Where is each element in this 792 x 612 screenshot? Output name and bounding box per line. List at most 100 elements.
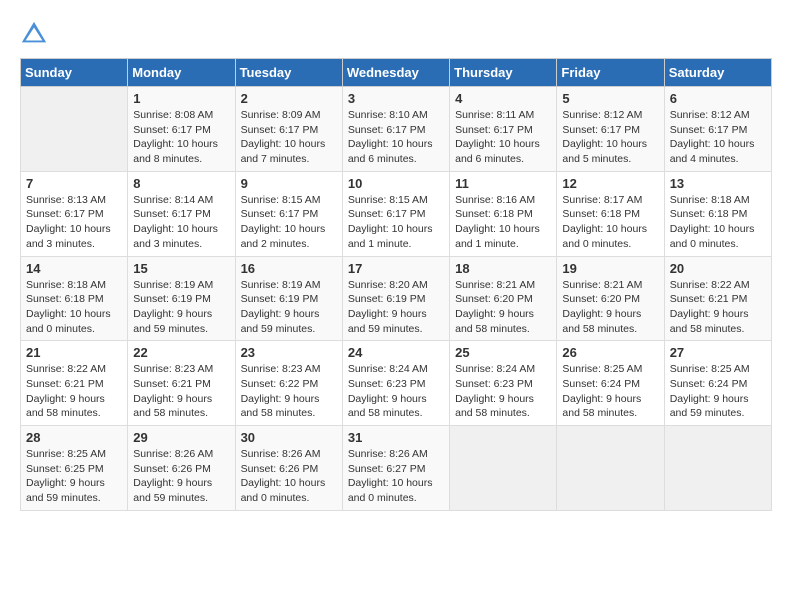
day-number: 7	[26, 176, 122, 191]
day-number: 14	[26, 261, 122, 276]
day-number: 20	[670, 261, 766, 276]
day-number: 5	[562, 91, 658, 106]
calendar-table: SundayMondayTuesdayWednesdayThursdayFrid…	[20, 58, 772, 511]
calendar-cell: 31 Sunrise: 8:26 AMSunset: 6:27 PMDayligh…	[342, 426, 449, 511]
calendar-cell: 25Sunrise: 8:24 AMSunset: 6:23 PMDayligh…	[450, 341, 557, 426]
calendar-cell: 27 Sunrise: 8:25 AMSunset: 6:24 PMDayligh…	[664, 341, 771, 426]
calendar-cell: 30 Sunrise: 8:26 AMSunset: 6:26 PMDayligh…	[235, 426, 342, 511]
day-info: Sunrise: 8:26 AMSunset: 6:26 PMDaylight:…	[133, 447, 229, 506]
weekday-header-wednesday: Wednesday	[342, 59, 449, 87]
day-number: 9	[241, 176, 337, 191]
day-info: Sunrise: 8:18 AMSunset: 6:18 PMDaylight:…	[26, 278, 122, 337]
day-info: Sunrise: 8:08 AMSunset: 6:17 PMDaylight:…	[133, 108, 229, 167]
day-number: 30	[241, 430, 337, 445]
weekday-header-thursday: Thursday	[450, 59, 557, 87]
calendar-cell: 8 Sunrise: 8:14 AMSunset: 6:17 PMDaylight…	[128, 171, 235, 256]
calendar-week-3: 14 Sunrise: 8:18 AMSunset: 6:18 PMDayligh…	[21, 256, 772, 341]
calendar-week-5: 28Sunrise: 8:25 AMSunset: 6:25 PMDayligh…	[21, 426, 772, 511]
calendar-cell: 10Sunrise: 8:15 AMSunset: 6:17 PMDayligh…	[342, 171, 449, 256]
day-info: Sunrise: 8:25 AMSunset: 6:24 PMDaylight:…	[562, 362, 658, 421]
day-number: 21	[26, 345, 122, 360]
weekday-header-monday: Monday	[128, 59, 235, 87]
day-info: Sunrise: 8:26 AMSunset: 6:26 PMDaylight:…	[241, 447, 337, 506]
day-info: Sunrise: 8:12 AMSunset: 6:17 PMDaylight:…	[670, 108, 766, 167]
logo	[20, 20, 52, 48]
calendar-header: SundayMondayTuesdayWednesdayThursdayFrid…	[21, 59, 772, 87]
day-info: Sunrise: 8:23 AMSunset: 6:21 PMDaylight:…	[133, 362, 229, 421]
day-number: 22	[133, 345, 229, 360]
calendar-cell: 22 Sunrise: 8:23 AMSunset: 6:21 PMDayligh…	[128, 341, 235, 426]
calendar-cell: 24 Sunrise: 8:24 AMSunset: 6:23 PMDayligh…	[342, 341, 449, 426]
calendar-week-4: 21 Sunrise: 8:22 AMSunset: 6:21 PMDayligh…	[21, 341, 772, 426]
calendar-cell: 6Sunrise: 8:12 AMSunset: 6:17 PMDaylight…	[664, 87, 771, 172]
day-info: Sunrise: 8:22 AMSunset: 6:21 PMDaylight:…	[26, 362, 122, 421]
day-info: Sunrise: 8:20 AMSunset: 6:19 PMDaylight:…	[348, 278, 444, 337]
day-number: 13	[670, 176, 766, 191]
day-number: 26	[562, 345, 658, 360]
day-info: Sunrise: 8:13 AMSunset: 6:17 PMDaylight:…	[26, 193, 122, 252]
day-info: Sunrise: 8:15 AMSunset: 6:17 PMDaylight:…	[241, 193, 337, 252]
calendar-cell: 12 Sunrise: 8:17 AMSunset: 6:18 PMDayligh…	[557, 171, 664, 256]
calendar-cell: 23Sunrise: 8:23 AMSunset: 6:22 PMDayligh…	[235, 341, 342, 426]
day-info: Sunrise: 8:17 AMSunset: 6:18 PMDaylight:…	[562, 193, 658, 252]
calendar-cell: 4 Sunrise: 8:11 AMSunset: 6:17 PMDaylight…	[450, 87, 557, 172]
calendar-cell: 11Sunrise: 8:16 AMSunset: 6:18 PMDayligh…	[450, 171, 557, 256]
page-header	[20, 20, 772, 48]
calendar-cell: 3Sunrise: 8:10 AMSunset: 6:17 PMDaylight…	[342, 87, 449, 172]
day-info: Sunrise: 8:18 AMSunset: 6:18 PMDaylight:…	[670, 193, 766, 252]
day-number: 16	[241, 261, 337, 276]
day-number: 17	[348, 261, 444, 276]
calendar-cell: 29 Sunrise: 8:26 AMSunset: 6:26 PMDayligh…	[128, 426, 235, 511]
day-info: Sunrise: 8:24 AMSunset: 6:23 PMDaylight:…	[455, 362, 551, 421]
day-number: 27	[670, 345, 766, 360]
day-number: 24	[348, 345, 444, 360]
calendar-cell: 15 Sunrise: 8:19 AMSunset: 6:19 PMDayligh…	[128, 256, 235, 341]
calendar-cell: 7 Sunrise: 8:13 AMSunset: 6:17 PMDaylight…	[21, 171, 128, 256]
calendar-cell: 28Sunrise: 8:25 AMSunset: 6:25 PMDayligh…	[21, 426, 128, 511]
day-info: Sunrise: 8:15 AMSunset: 6:17 PMDaylight:…	[348, 193, 444, 252]
calendar-cell: 16 Sunrise: 8:19 AMSunset: 6:19 PMDayligh…	[235, 256, 342, 341]
day-number: 4	[455, 91, 551, 106]
calendar-week-2: 7 Sunrise: 8:13 AMSunset: 6:17 PMDaylight…	[21, 171, 772, 256]
calendar-cell: 21 Sunrise: 8:22 AMSunset: 6:21 PMDayligh…	[21, 341, 128, 426]
day-info: Sunrise: 8:09 AMSunset: 6:17 PMDaylight:…	[241, 108, 337, 167]
day-info: Sunrise: 8:24 AMSunset: 6:23 PMDaylight:…	[348, 362, 444, 421]
day-number: 3	[348, 91, 444, 106]
calendar-cell: 13 Sunrise: 8:18 AMSunset: 6:18 PMDayligh…	[664, 171, 771, 256]
weekday-header-friday: Friday	[557, 59, 664, 87]
day-info: Sunrise: 8:19 AMSunset: 6:19 PMDaylight:…	[241, 278, 337, 337]
day-number: 19	[562, 261, 658, 276]
weekday-header-saturday: Saturday	[664, 59, 771, 87]
day-number: 8	[133, 176, 229, 191]
day-number: 12	[562, 176, 658, 191]
calendar-cell: 1 Sunrise: 8:08 AMSunset: 6:17 PMDaylight…	[128, 87, 235, 172]
day-info: Sunrise: 8:26 AMSunset: 6:27 PMDaylight:…	[348, 447, 444, 506]
calendar-cell: 5Sunrise: 8:12 AMSunset: 6:17 PMDaylight…	[557, 87, 664, 172]
weekday-row: SundayMondayTuesdayWednesdayThursdayFrid…	[21, 59, 772, 87]
calendar-cell: 17 Sunrise: 8:20 AMSunset: 6:19 PMDayligh…	[342, 256, 449, 341]
day-info: Sunrise: 8:19 AMSunset: 6:19 PMDaylight:…	[133, 278, 229, 337]
calendar-cell: 20 Sunrise: 8:22 AMSunset: 6:21 PMDayligh…	[664, 256, 771, 341]
day-info: Sunrise: 8:25 AMSunset: 6:24 PMDaylight:…	[670, 362, 766, 421]
day-number: 1	[133, 91, 229, 106]
calendar-cell: 2Sunrise: 8:09 AMSunset: 6:17 PMDaylight…	[235, 87, 342, 172]
day-number: 11	[455, 176, 551, 191]
day-info: Sunrise: 8:23 AMSunset: 6:22 PMDaylight:…	[241, 362, 337, 421]
day-info: Sunrise: 8:21 AMSunset: 6:20 PMDaylight:…	[562, 278, 658, 337]
day-number: 15	[133, 261, 229, 276]
day-info: Sunrise: 8:22 AMSunset: 6:21 PMDaylight:…	[670, 278, 766, 337]
calendar-cell	[450, 426, 557, 511]
day-number: 31	[348, 430, 444, 445]
calendar-cell: 19 Sunrise: 8:21 AMSunset: 6:20 PMDayligh…	[557, 256, 664, 341]
calendar-cell: 9 Sunrise: 8:15 AMSunset: 6:17 PMDaylight…	[235, 171, 342, 256]
day-info: Sunrise: 8:11 AMSunset: 6:17 PMDaylight:…	[455, 108, 551, 167]
calendar-cell	[557, 426, 664, 511]
calendar-cell: 14 Sunrise: 8:18 AMSunset: 6:18 PMDayligh…	[21, 256, 128, 341]
weekday-header-sunday: Sunday	[21, 59, 128, 87]
calendar-cell	[664, 426, 771, 511]
calendar-cell: 18Sunrise: 8:21 AMSunset: 6:20 PMDayligh…	[450, 256, 557, 341]
day-number: 28	[26, 430, 122, 445]
day-info: Sunrise: 8:21 AMSunset: 6:20 PMDaylight:…	[455, 278, 551, 337]
day-info: Sunrise: 8:14 AMSunset: 6:17 PMDaylight:…	[133, 193, 229, 252]
day-number: 29	[133, 430, 229, 445]
